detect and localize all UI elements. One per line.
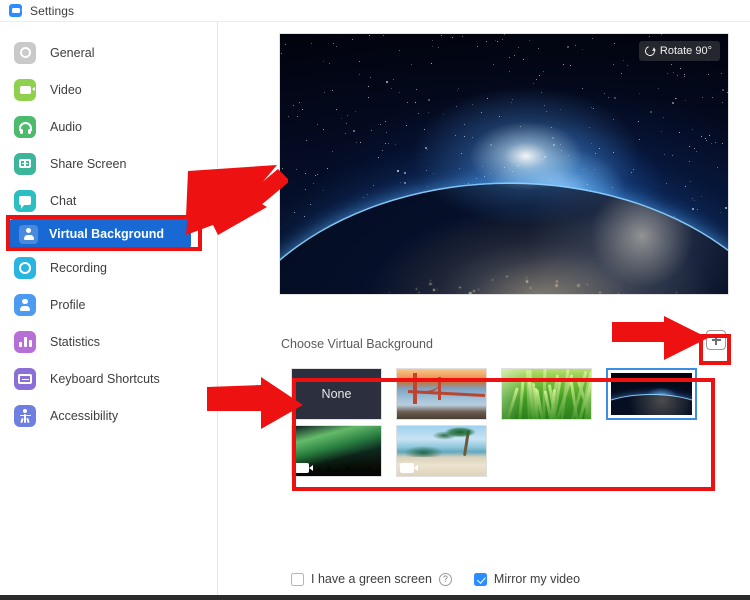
green-screen-checkbox[interactable] xyxy=(291,572,304,586)
sidebar-item-chat[interactable]: Chat xyxy=(0,182,217,219)
video-badge-icon xyxy=(400,463,418,473)
accessibility-icon xyxy=(14,404,36,427)
thumbnail-aurora[interactable] xyxy=(291,425,382,477)
thumbnail-grass[interactable] xyxy=(501,368,592,420)
mirror-video-option: Mirror my video xyxy=(473,572,581,586)
add-background-button[interactable] xyxy=(706,330,726,350)
choose-virtual-background-label: Choose Virtual Background xyxy=(281,337,433,351)
sidebar-item-label: Virtual Background xyxy=(49,227,165,241)
gear-icon xyxy=(14,41,36,64)
rotate-90-button[interactable]: Rotate 90° xyxy=(638,41,720,61)
preview-earth xyxy=(280,184,728,294)
sidebar-item-video[interactable]: Video xyxy=(0,71,217,108)
mirror-video-checkbox[interactable] xyxy=(473,572,487,586)
video-preview: Rotate 90° xyxy=(279,33,729,295)
sidebar-item-keyboard-shortcuts[interactable]: Keyboard Shortcuts xyxy=(0,360,217,397)
camera-icon xyxy=(14,78,36,101)
sidebar-item-label: Share Screen xyxy=(50,156,127,171)
sidebar-item-recording[interactable]: Recording xyxy=(0,249,217,286)
sidebar-item-label: Accessibility xyxy=(50,408,119,423)
video-badge-icon xyxy=(295,463,313,473)
thumbnail-space[interactable] xyxy=(606,368,697,420)
virtual-background-thumbnail-grid: None xyxy=(281,360,728,477)
chat-icon xyxy=(14,189,36,212)
sidebar-item-accessibility[interactable]: Accessibility xyxy=(0,397,217,434)
mirror-video-label: Mirror my video xyxy=(493,572,581,586)
sidebar-item-profile[interactable]: Profile xyxy=(0,286,217,323)
thumbnail-bridge[interactable] xyxy=(396,368,487,420)
sidebar-item-label: General xyxy=(50,45,95,60)
headset-icon xyxy=(14,115,36,138)
question-mark-icon[interactable]: ? xyxy=(438,572,452,586)
virtual-background-options: I have a green screen ? Mirror my video xyxy=(219,572,750,586)
thumbnail-beach[interactable] xyxy=(396,425,487,477)
thumbnail-art xyxy=(611,373,692,415)
sidebar-item-label: Keyboard Shortcuts xyxy=(50,371,160,386)
sidebar-item-statistics[interactable]: Statistics xyxy=(0,323,217,360)
sidebar-item-label: Recording xyxy=(50,260,107,275)
record-icon xyxy=(14,256,36,279)
bar-chart-icon xyxy=(14,330,36,353)
virtual-background-panel: Rotate 90° Choose Virtual Background Non… xyxy=(219,22,750,595)
sidebar-item-label: Video xyxy=(50,82,82,97)
keyboard-icon xyxy=(14,367,36,390)
sidebar-item-label: Profile xyxy=(50,297,86,312)
sidebar-item-audio[interactable]: Audio xyxy=(0,108,217,145)
settings-window: Settings General Video Audio Share Scree… xyxy=(0,0,750,600)
zoom-camera-icon xyxy=(9,4,23,17)
sidebar-item-label: Audio xyxy=(50,119,82,134)
thumbnail-art xyxy=(502,369,591,419)
person-icon xyxy=(19,224,38,244)
sidebar-item-share-screen[interactable]: Share Screen xyxy=(0,145,217,182)
rotate-icon xyxy=(643,44,657,58)
sidebar-item-label: Statistics xyxy=(50,334,101,349)
green-screen-label: I have a green screen xyxy=(311,572,432,586)
rotate-button-label: Rotate 90° xyxy=(659,45,712,57)
profile-icon xyxy=(14,293,36,316)
sidebar-item-virtual-background[interactable]: Virtual Background xyxy=(9,219,191,249)
title-bar: Settings xyxy=(0,0,750,22)
share-icon xyxy=(14,152,36,175)
green-screen-option: I have a green screen ? xyxy=(291,572,452,586)
plus-icon xyxy=(711,334,721,347)
settings-sidebar: General Video Audio Share Screen Chat Vi… xyxy=(0,22,218,595)
preview-city-lights xyxy=(280,184,728,294)
sidebar-item-label: Chat xyxy=(50,193,77,208)
sidebar-item-general[interactable]: General xyxy=(0,34,217,71)
thumbnail-none[interactable]: None xyxy=(291,368,382,420)
thumbnail-art xyxy=(397,369,486,419)
thumbnail-label: None xyxy=(321,387,352,401)
window-title: Settings xyxy=(30,3,75,18)
